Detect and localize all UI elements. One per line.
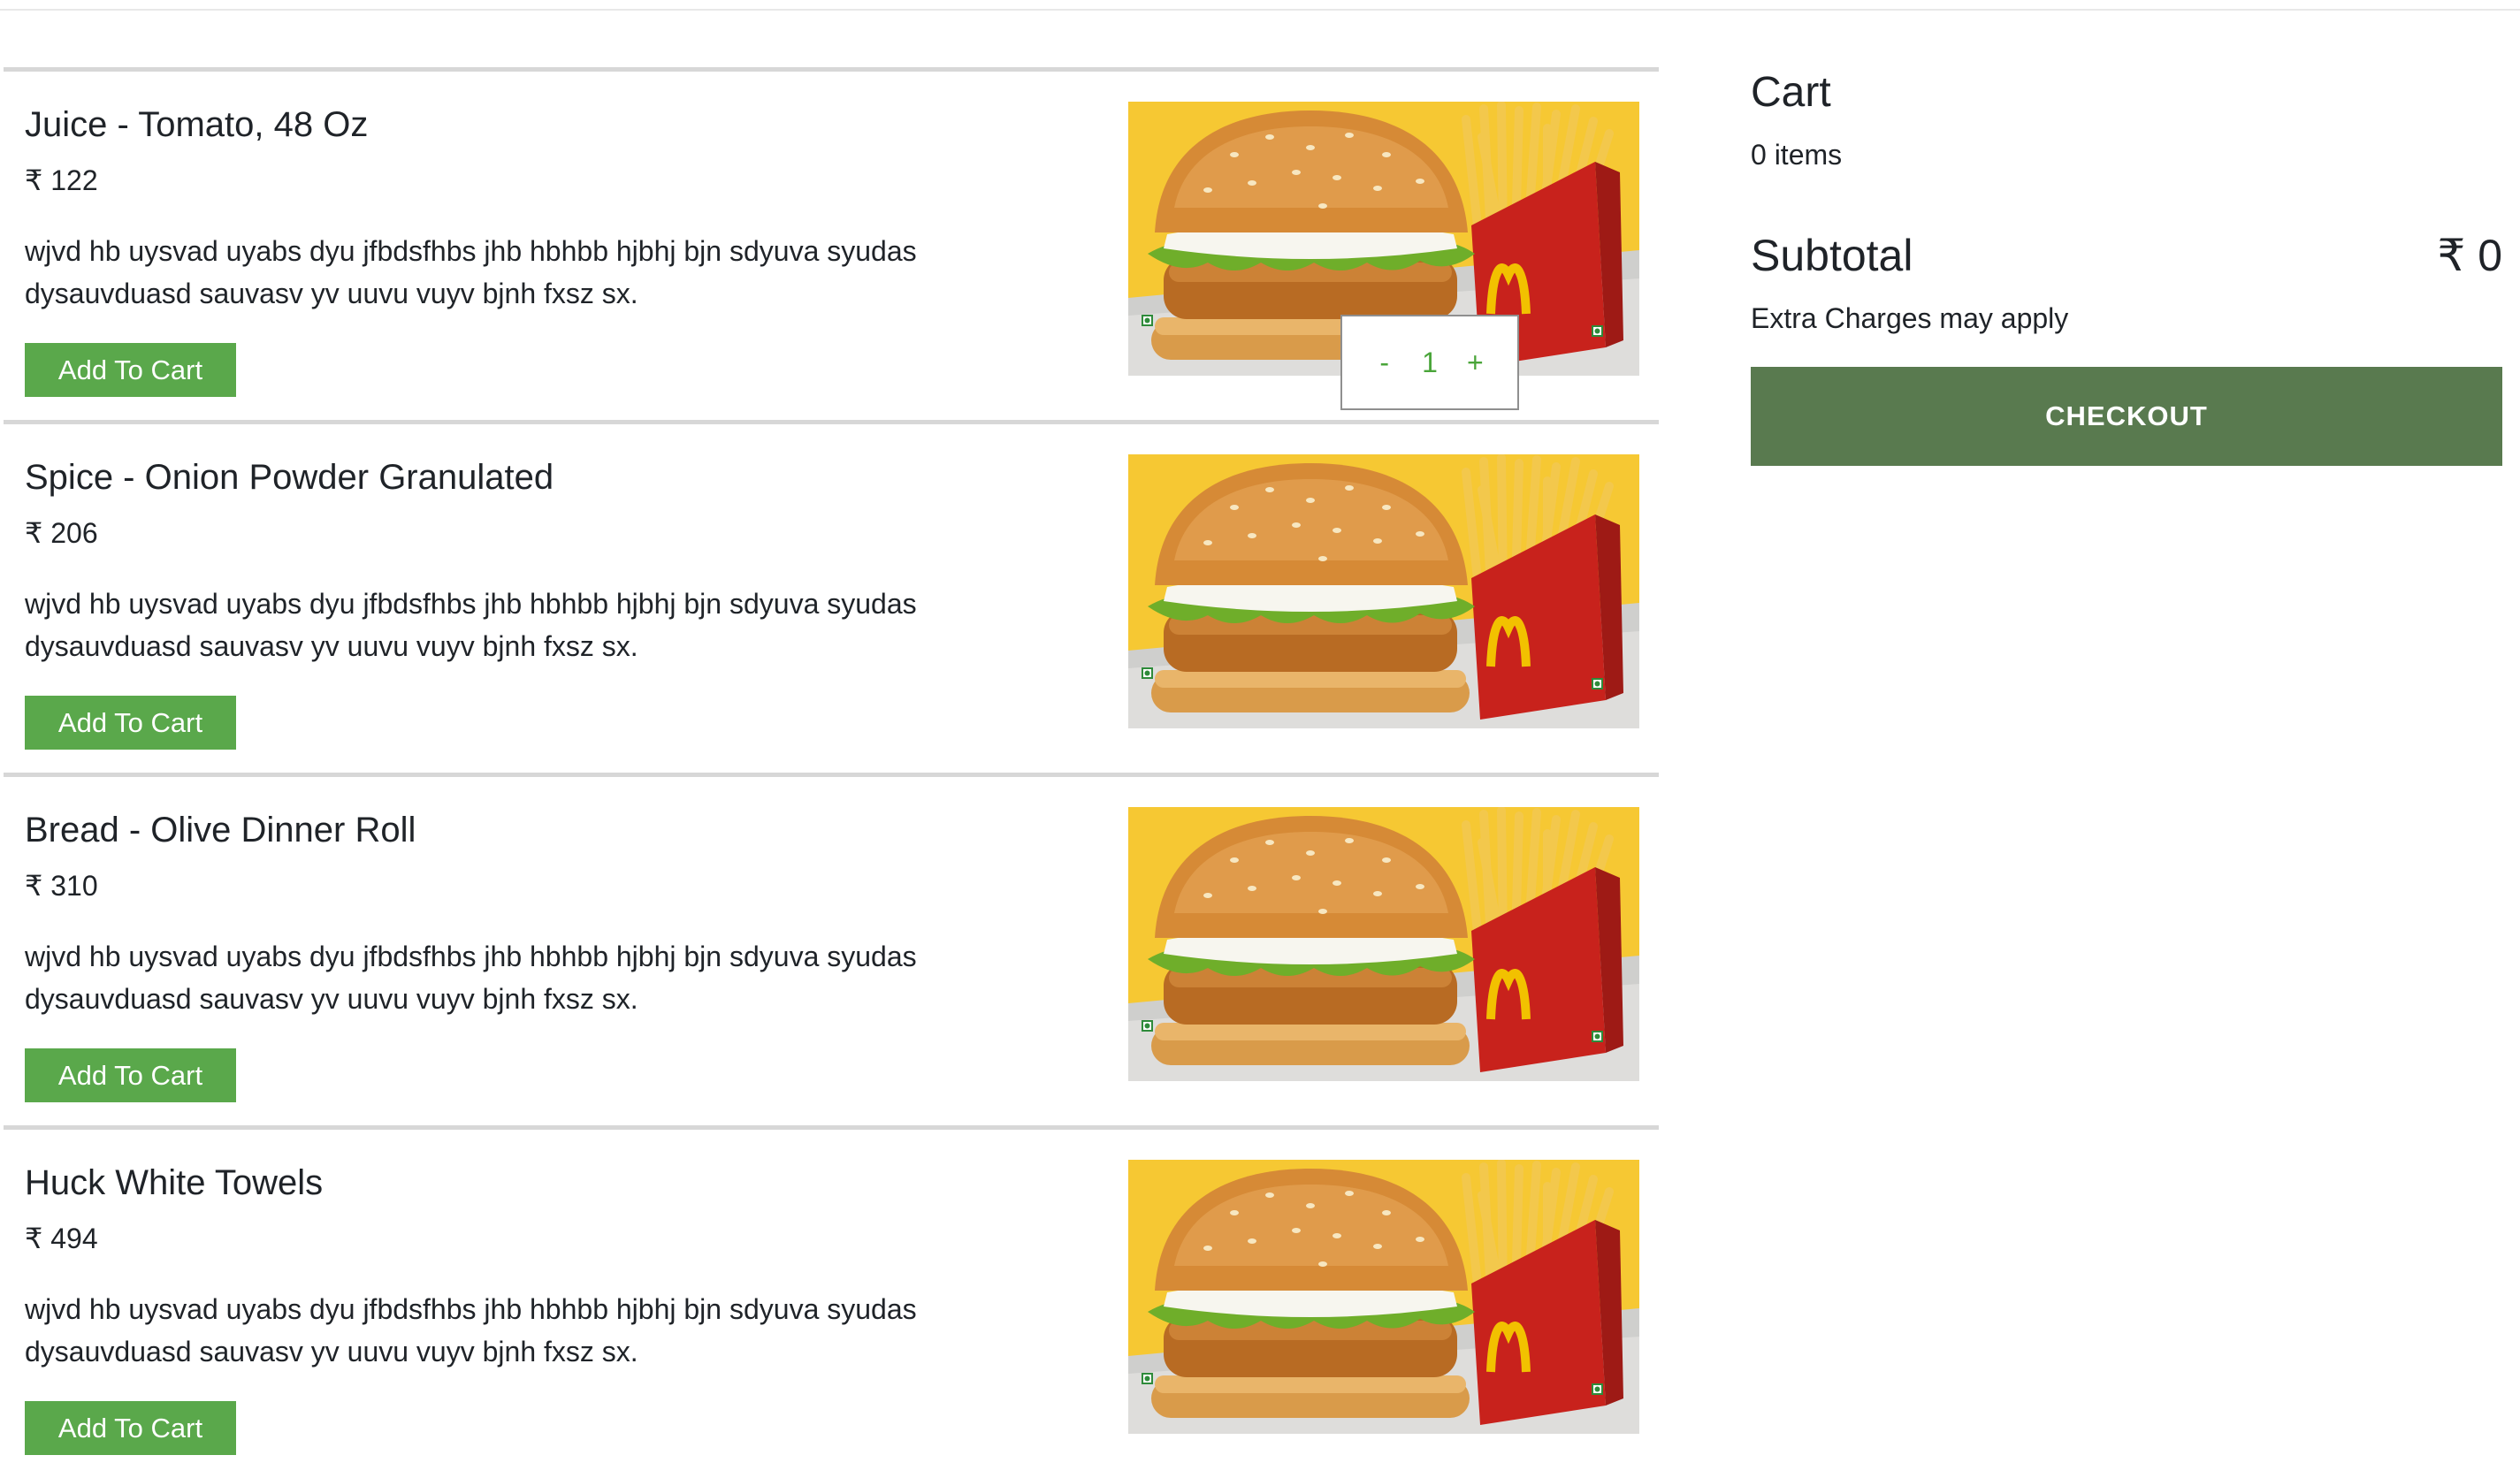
decrease-quantity-button[interactable]: - xyxy=(1374,347,1395,379)
item-description: wjvd hb uysvad uyabs dyu jfbdsfhbs jhb h… xyxy=(25,941,917,1015)
item-title: Spice - Onion Powder Granulated xyxy=(25,458,554,497)
menu-item: Juice - Tomato, 48 Oz ₹ 122 wjvd hb uysv… xyxy=(4,67,1659,420)
add-to-cart-button[interactable]: Add To Cart xyxy=(25,1401,236,1455)
cart-item-count: 0 items xyxy=(1751,139,1843,171)
item-price: ₹ 206 xyxy=(25,517,98,549)
subtotal-label: Subtotal xyxy=(1751,231,1913,280)
menu-item: Huck White Towels ₹ 494 wjvd hb uysvad u… xyxy=(4,1125,1659,1478)
checkout-button[interactable]: CHECKOUT xyxy=(1751,367,2502,466)
add-to-cart-button[interactable]: Add To Cart xyxy=(25,343,236,397)
item-price: ₹ 310 xyxy=(25,870,98,902)
menu-item: Bread - Olive Dinner Roll ₹ 310 wjvd hb … xyxy=(4,773,1659,1125)
item-description: wjvd hb uysvad uyabs dyu jfbdsfhbs jhb h… xyxy=(25,1293,917,1368)
item-description: wjvd hb uysvad uyabs dyu jfbdsfhbs jhb h… xyxy=(25,588,917,662)
increase-quantity-button[interactable]: + xyxy=(1464,347,1485,379)
item-price: ₹ 122 xyxy=(25,164,98,196)
item-title: Huck White Towels xyxy=(25,1163,324,1202)
item-description: wjvd hb uysvad uyabs dyu jfbdsfhbs jhb h… xyxy=(25,235,917,309)
burger-and-fries-image xyxy=(1128,454,1639,728)
burger-and-fries-image xyxy=(1128,1160,1639,1434)
add-to-cart-button[interactable]: Add To Cart xyxy=(25,1048,236,1102)
header-divider xyxy=(0,9,2520,11)
burger-and-fries-image xyxy=(1128,807,1639,1081)
subtotal-value: ₹ 0 xyxy=(2437,231,2502,280)
item-title: Juice - Tomato, 48 Oz xyxy=(25,105,369,144)
quantity-value: 1 xyxy=(1422,346,1438,378)
add-to-cart-button[interactable]: Add To Cart xyxy=(25,696,236,750)
extra-charges-note: Extra Charges may apply xyxy=(1751,302,2069,334)
quantity-stepper: - 1 + xyxy=(1340,315,1519,410)
cart-title: Cart xyxy=(1751,69,1831,116)
menu-item: Spice - Onion Powder Granulated ₹ 206 wj… xyxy=(4,420,1659,773)
item-price: ₹ 494 xyxy=(25,1223,98,1254)
menu-list: Juice - Tomato, 48 Oz ₹ 122 wjvd hb uysv… xyxy=(4,67,1659,1478)
item-title: Bread - Olive Dinner Roll xyxy=(25,811,416,849)
